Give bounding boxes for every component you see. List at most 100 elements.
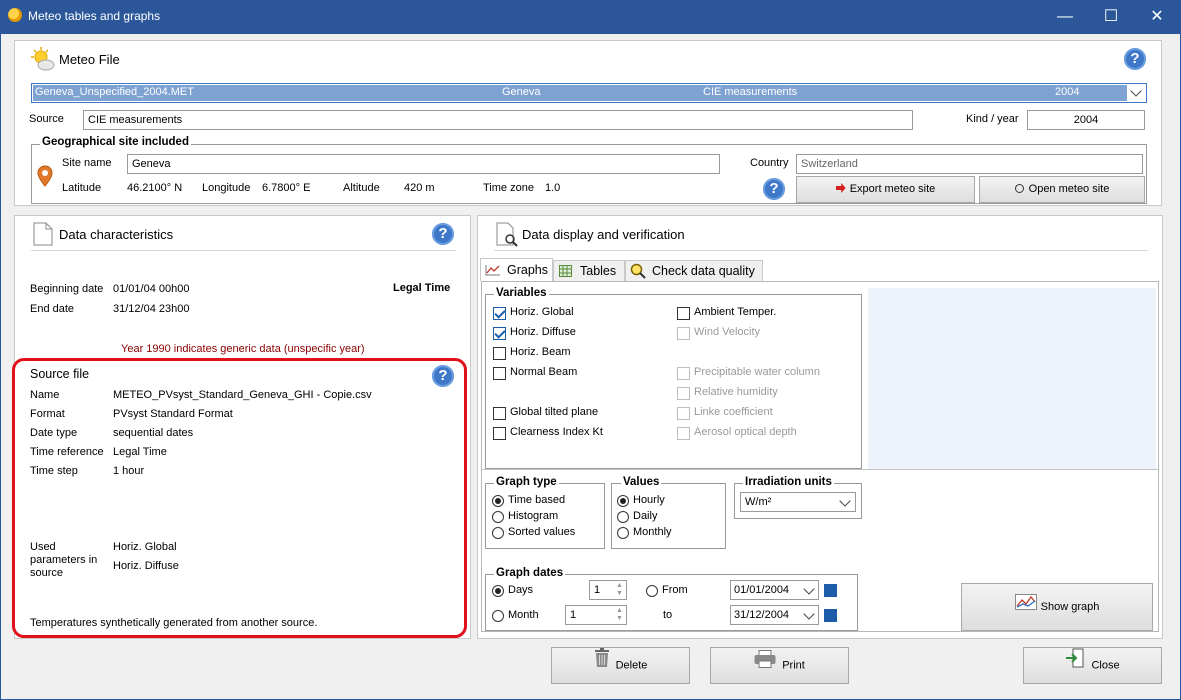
country-label: Country <box>750 157 789 169</box>
checkbox[interactable] <box>493 407 506 420</box>
kind-year-label: Kind / year <box>966 113 1019 125</box>
radio[interactable] <box>646 585 658 597</box>
help-icon[interactable]: ? <box>1124 48 1146 70</box>
values-title: Values <box>621 476 662 488</box>
country-field[interactable]: Switzerland <box>796 154 1143 174</box>
line-chart-icon <box>485 264 501 276</box>
variable-label: Global tilted plane <box>510 406 599 418</box>
divider <box>31 250 456 251</box>
kind-year-field[interactable]: 2004 <box>1027 110 1145 130</box>
help-icon[interactable]: ? <box>763 178 785 200</box>
maximize-button[interactable]: ☐ <box>1088 0 1134 34</box>
export-meteo-site-button[interactable]: Export meteo site <box>796 176 975 203</box>
meteo-file-dropdown[interactable]: Geneva_Unspecified_2004.MET Geneva CIE m… <box>31 83 1147 103</box>
variable-label: Normal Beam <box>510 366 578 378</box>
show-graph-button[interactable]: Show graph <box>961 583 1153 631</box>
source-file-title: Source file <box>30 367 90 381</box>
variable-label: Horiz. Beam <box>510 346 571 358</box>
radio[interactable] <box>492 610 504 622</box>
radio-label: Daily <box>633 510 658 522</box>
longitude-label: Longitude <box>202 182 251 194</box>
variable-label: Horiz. Global <box>510 306 574 318</box>
data-display-title: Data display and verification <box>522 227 685 242</box>
magnifier-icon <box>630 263 646 279</box>
latitude-value: 46.2100° N <box>127 182 183 194</box>
spinner-arrows-icon[interactable]: ▲ ▼ <box>616 582 623 598</box>
to-label: to <box>663 609 673 621</box>
used-parameter-value: Horiz. Global <box>113 541 177 553</box>
tab-check-data-quality-label: Check data quality <box>652 264 755 278</box>
source-field[interactable]: CIE measurements <box>83 110 913 130</box>
location-pin-icon <box>37 165 53 187</box>
radio[interactable] <box>617 495 629 507</box>
from-date-picker[interactable]: 01/01/2004 <box>730 580 819 600</box>
chevron-down-icon <box>803 608 815 620</box>
delete-button[interactable]: Delete <box>551 647 690 684</box>
spinner-arrows-icon[interactable]: ▲ ▼ <box>616 607 623 623</box>
checkbox[interactable] <box>493 347 506 360</box>
checkbox[interactable] <box>677 307 690 320</box>
tab-graphs[interactable]: Graphs <box>480 258 553 281</box>
checkbox[interactable] <box>493 367 506 380</box>
from-date-checkbox[interactable] <box>824 584 837 597</box>
radio-label: Month <box>508 609 539 621</box>
table-icon <box>559 265 572 277</box>
tab-check-data-quality[interactable]: Check data quality <box>625 260 763 281</box>
close-window-button[interactable]: ✕ <box>1134 0 1180 34</box>
close-button[interactable]: Close <box>1023 647 1162 684</box>
minimize-button[interactable]: — <box>1042 0 1088 34</box>
file-name-label: Name <box>30 389 60 401</box>
graphs-tab-content: Variables Horiz. Global Horiz. Diffuse H… <box>481 281 1159 632</box>
variable-label: Aerosol optical depth <box>694 426 797 438</box>
export-meteo-site-label: Export meteo site <box>849 183 936 195</box>
checkbox <box>677 387 690 400</box>
data-characteristics-title: Data characteristics <box>59 227 174 242</box>
radio[interactable] <box>617 527 629 539</box>
variable-label: Ambient Temper. <box>694 306 777 318</box>
checkbox[interactable] <box>493 327 506 340</box>
meteo-file-title: Meteo File <box>59 52 120 67</box>
site-name-field[interactable]: Geneva <box>127 154 720 174</box>
radio[interactable] <box>492 585 504 597</box>
radio[interactable] <box>617 511 629 523</box>
open-meteo-site-button[interactable]: Open meteo site <box>979 176 1145 203</box>
tab-graphs-label: Graphs <box>507 263 548 277</box>
to-date-picker[interactable]: 31/12/2004 <box>730 605 819 625</box>
used-parameters-label: source <box>30 567 64 579</box>
variable-label: Relative humidity <box>694 386 778 398</box>
print-button[interactable]: Print <box>710 647 849 684</box>
legal-time-label: Legal Time <box>393 282 451 294</box>
magnifier-icon <box>1014 184 1024 193</box>
to-date-value: 31/12/2004 <box>734 609 790 621</box>
to-date-checkbox[interactable] <box>824 609 837 622</box>
checkbox <box>677 367 690 380</box>
variable-label: Precipitable water column <box>694 366 820 378</box>
open-meteo-site-label: Open meteo site <box>1028 183 1110 195</box>
used-parameters-label: parameters in <box>30 554 98 566</box>
divider <box>494 250 1148 251</box>
radio-label: Histogram <box>508 510 559 522</box>
radio[interactable] <box>492 511 504 523</box>
data-display-panel: Data display and verification Graphs Tab… <box>477 215 1163 639</box>
graph-dates-title: Graph dates <box>494 567 566 579</box>
show-graph-label: Show graph <box>1040 601 1100 613</box>
selected-file-row: Geneva_Unspecified_2004.MET Geneva CIE m… <box>33 85 1127 101</box>
help-icon[interactable]: ? <box>432 223 454 245</box>
generic-data-note: Year 1990 indicates generic data (unspec… <box>121 343 365 355</box>
checkbox[interactable] <box>493 427 506 440</box>
beginning-date-value: 01/01/04 00h00 <box>113 283 190 295</box>
radio[interactable] <box>492 527 504 539</box>
close-label: Close <box>1091 659 1120 672</box>
checkbox[interactable] <box>493 307 506 320</box>
beginning-date-label: Beginning date <box>30 283 104 295</box>
document-search-icon <box>496 222 520 248</box>
irradiation-units-dropdown[interactable]: W/m² <box>740 492 856 512</box>
time-zone-label: Time zone <box>483 182 534 194</box>
help-icon[interactable]: ? <box>432 365 454 387</box>
altitude-value: 420 m <box>404 182 435 194</box>
variable-label: Horiz. Diffuse <box>510 326 576 338</box>
from-date-value: 01/01/2004 <box>734 584 790 596</box>
radio[interactable] <box>492 495 504 507</box>
tab-tables[interactable]: Tables <box>553 260 625 281</box>
radio-label: Hourly <box>633 494 665 506</box>
